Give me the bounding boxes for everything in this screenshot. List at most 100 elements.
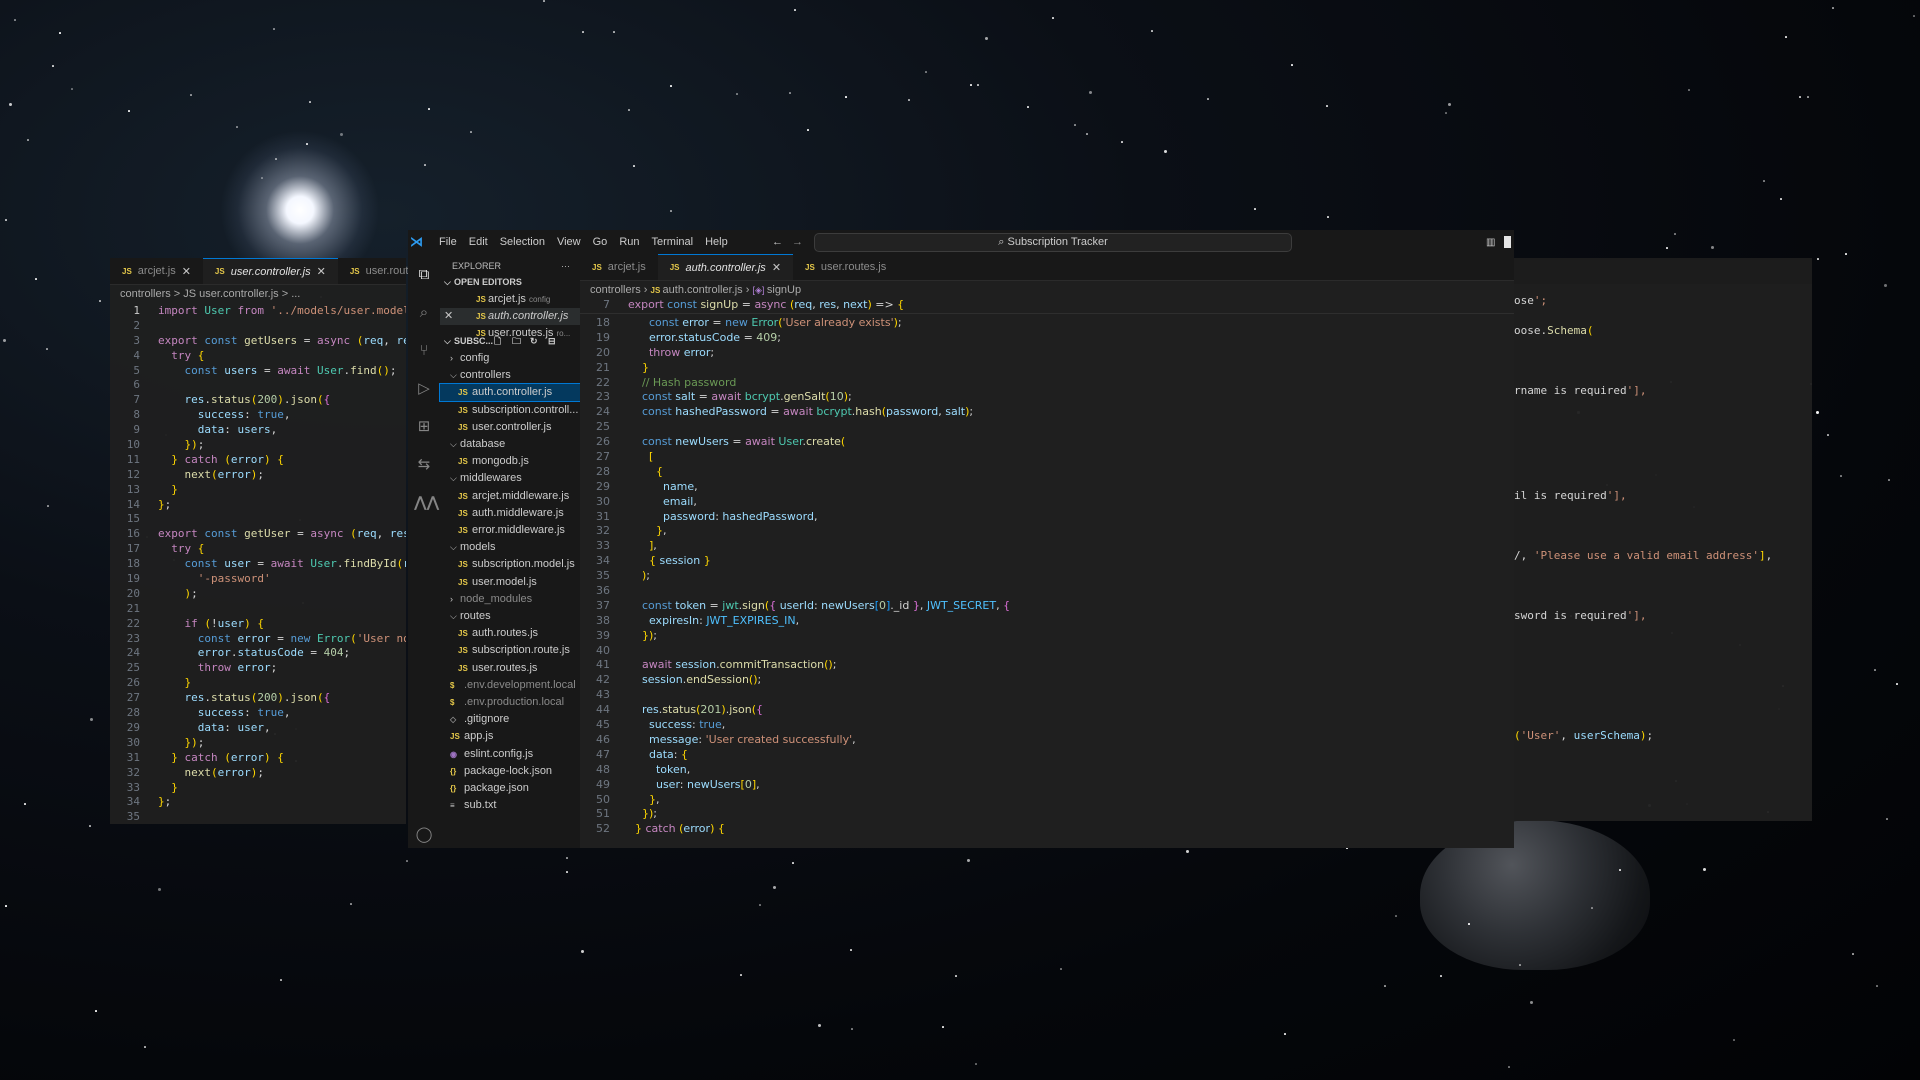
code-line[interactable]: 45 success: true, <box>580 718 1514 733</box>
tree-file[interactable]: JS app.js <box>440 728 580 745</box>
code-line[interactable]: 44 res.status(201).json({ <box>580 703 1514 718</box>
close-icon[interactable]: ✕ <box>317 265 326 278</box>
sticky-scroll-line[interactable]: 7 export const signUp = async (req, res, … <box>580 298 1514 314</box>
code-line[interactable]: 9 data: users, <box>110 423 406 438</box>
menu-terminal[interactable]: Terminal <box>646 236 700 248</box>
sidebar-toggle-icon[interactable] <box>1504 236 1511 248</box>
code-line[interactable]: 2 <box>110 319 406 334</box>
refresh-icon[interactable]: ↻ <box>530 333 538 350</box>
code-line[interactable]: sword is required'], <box>1514 609 1646 624</box>
menu-selection[interactable]: Selection <box>494 236 551 248</box>
code-line[interactable]: 26 } <box>110 676 406 691</box>
tree-file[interactable]: {} package-lock.json <box>440 763 580 780</box>
code-line[interactable]: 15 <box>110 512 406 527</box>
code-line[interactable]: 29 name, <box>580 480 1514 495</box>
code-line[interactable]: 22 if (!user) { <box>110 617 406 632</box>
open-editors-section[interactable]: ⌵ OPEN EDITORS <box>440 274 580 291</box>
code-line[interactable]: 27 [ <box>580 450 1514 465</box>
collapse-all-icon[interactable]: ⊟ <box>548 333 556 350</box>
layout-icon[interactable]: ▥ <box>1486 237 1495 248</box>
code-line[interactable]: il is required'], <box>1514 489 1627 504</box>
tree-file[interactable]: JS subscription.route.js <box>440 642 580 659</box>
code-line[interactable]: 19 error.statusCode = 409; <box>580 331 1514 346</box>
more-actions-icon[interactable]: ··· <box>561 258 570 275</box>
code-line[interactable]: 21 } <box>580 361 1514 376</box>
code-line[interactable]: 23 const error = new Error('User not f <box>110 632 406 647</box>
left-code-area[interactable]: 1 import User from '../models/user.model.… <box>110 304 406 825</box>
code-line[interactable]: 19 '-password' <box>110 572 406 587</box>
code-line[interactable]: 33 ], <box>580 539 1514 554</box>
code-line[interactable]: 52 } catch (error) { <box>580 822 1514 837</box>
tree-file[interactable]: ◉ eslint.config.js <box>440 746 580 763</box>
left-breadcrumb[interactable]: controllers > JS user.controller.js > ..… <box>110 284 406 304</box>
code-line[interactable]: 32 }, <box>580 524 1514 539</box>
tab-user-controller-js[interactable]: JS user.controller.js ✕ <box>202 258 338 284</box>
tree-file[interactable]: JS error.middleware.js <box>440 522 580 539</box>
code-line[interactable]: 20 ); <box>110 587 406 602</box>
tab-arcjet-js[interactable]: JS arcjet.js <box>580 254 658 280</box>
tab-auth-controller-js[interactable]: JS auth.controller.js ✕ <box>657 254 794 280</box>
code-line[interactable]: rname is required'], <box>1514 384 1646 399</box>
main-breadcrumb[interactable]: controllers › JS auth.controller.js › [◈… <box>580 280 1514 300</box>
code-line[interactable]: 48 token, <box>580 763 1514 778</box>
account-icon[interactable]: ◯ <box>414 824 434 844</box>
code-line[interactable]: 18 const error = new Error('User already… <box>580 316 1514 331</box>
menu-go[interactable]: Go <box>587 236 614 248</box>
wave-icon[interactable]: ⋀⋀ <box>414 492 439 512</box>
files-icon[interactable]: ⧉ <box>414 264 434 284</box>
tree-folder[interactable]: ⌵ models <box>440 539 580 556</box>
nav-back-icon[interactable]: ← <box>772 236 783 248</box>
code-line[interactable]: 37 const token = jwt.sign({ userId: newU… <box>580 599 1514 614</box>
code-line[interactable]: 24 error.statusCode = 404; <box>110 646 406 661</box>
code-line[interactable]: 16 export const getUser = async (req, res… <box>110 527 406 542</box>
tree-file[interactable]: ◇ .gitignore <box>440 711 580 728</box>
tree-file[interactable]: $ .env.production.local <box>440 694 580 711</box>
code-line[interactable]: 32 next(error); <box>110 766 406 781</box>
menu-view[interactable]: View <box>551 236 587 248</box>
code-line[interactable]: 28 { <box>580 465 1514 480</box>
open-editor-item[interactable]: JS arcjet.js config <box>440 291 580 308</box>
tree-folder[interactable]: › node_modules <box>440 591 580 608</box>
code-line[interactable]: 33 } <box>110 781 406 796</box>
code-line[interactable]: 35 <box>110 810 406 825</box>
code-line[interactable]: 50 }, <box>580 793 1514 808</box>
code-line[interactable]: 13 } <box>110 483 406 498</box>
tree-file[interactable]: JS user.controller.js <box>440 419 580 436</box>
code-line[interactable]: 1 import User from '../models/user.model.… <box>110 304 406 319</box>
code-line[interactable]: 35 ); <box>580 569 1514 584</box>
close-icon[interactable]: ✕ <box>772 261 781 274</box>
code-line[interactable]: 18 const user = await User.findById(req. <box>110 557 406 572</box>
menu-help[interactable]: Help <box>699 236 734 248</box>
source-control-icon[interactable]: ⑂ <box>414 340 434 360</box>
code-line[interactable]: 11 } catch (error) { <box>110 453 406 468</box>
code-line[interactable]: 8 success: true, <box>110 408 406 423</box>
code-line[interactable]: 5 const users = await User.find(); <box>110 364 406 379</box>
code-line[interactable]: oose.Schema( <box>1514 324 1594 339</box>
code-line[interactable]: 49 user: newUsers[0], <box>580 778 1514 793</box>
code-line[interactable]: ('User', userSchema); <box>1514 729 1653 744</box>
code-line[interactable]: 42 session.endSession(); <box>580 673 1514 688</box>
tab-user-routes-js[interactable]: JS user.routes.js <box>793 254 898 280</box>
code-line[interactable]: 22 // Hash password <box>580 376 1514 391</box>
code-line[interactable]: 29 data: user, <box>110 721 406 736</box>
command-center-search[interactable]: ⌕ Subscription Tracker <box>814 233 1292 252</box>
tree-folder[interactable]: ⌵ database <box>440 436 580 453</box>
tree-file[interactable]: JS user.model.js <box>440 574 580 591</box>
tree-file[interactable]: JS user.routes.js <box>440 660 580 677</box>
breadcrumb-item[interactable]: [◈] signUp <box>752 284 801 296</box>
run-debug-icon[interactable]: ▷ <box>414 378 434 398</box>
code-line[interactable]: 34}; <box>110 795 406 810</box>
tree-file[interactable]: JS subscription.model.js <box>440 556 580 573</box>
code-line[interactable]: 24 const hashedPassword = await bcrypt.h… <box>580 405 1514 420</box>
code-line[interactable]: 26 const newUsers = await User.create( <box>580 435 1514 450</box>
breadcrumb-item[interactable]: controllers <box>590 284 641 296</box>
code-line[interactable]: 46 message: 'User created successfully', <box>580 733 1514 748</box>
code-line[interactable]: 7 export const signUp = async (req, res, … <box>580 298 1514 313</box>
code-line[interactable]: 30 email, <box>580 495 1514 510</box>
close-icon[interactable]: ✕ <box>182 265 191 278</box>
tab-arcjet-js[interactable]: JS arcjet.js ✕ <box>110 258 203 284</box>
tree-file[interactable]: JS auth.middleware.js <box>440 505 580 522</box>
code-line[interactable]: 36 <box>580 584 1514 599</box>
tree-file[interactable]: ≡ sub.txt <box>440 797 580 814</box>
code-line[interactable]: 3 export const getUsers = async (req, res… <box>110 334 406 349</box>
